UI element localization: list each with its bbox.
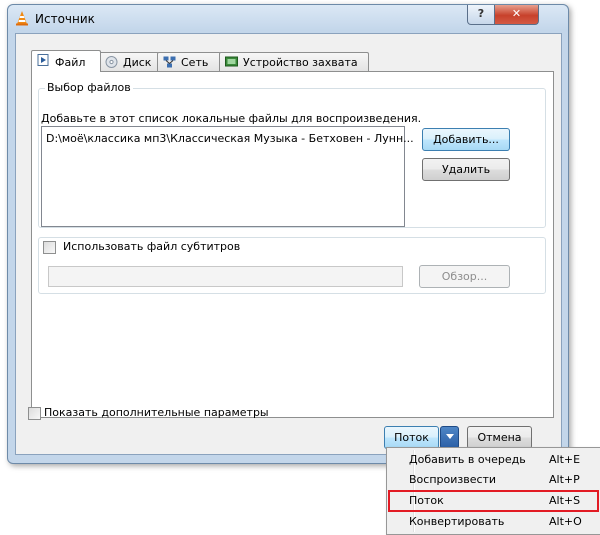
- menu-item-shortcut: Alt+S: [549, 494, 581, 507]
- menu-item-label: Конвертировать: [409, 515, 505, 528]
- menu-item-stream[interactable]: Поток Alt+S: [388, 490, 599, 512]
- vlc-cone-icon: [16, 11, 28, 26]
- advanced-options-checkbox[interactable]: [28, 407, 41, 420]
- file-list[interactable]: D:\моё\классика мп3\Классическая Музыка …: [41, 126, 414, 227]
- tab-disc-label: Диск: [123, 56, 152, 69]
- help-button[interactable]: ?: [467, 5, 495, 25]
- list-item[interactable]: D:\моё\классика мп3\Классическая Музыка …: [46, 132, 414, 145]
- add-button[interactable]: Добавить...: [422, 128, 510, 151]
- menu-item-play[interactable]: Воспроизвести Alt+P: [389, 470, 598, 490]
- stream-dropdown-button[interactable]: [440, 426, 459, 449]
- file-selection-title: Выбор файлов: [45, 81, 133, 94]
- advanced-options-label[interactable]: Показать дополнительные параметры: [44, 406, 269, 419]
- capture-device-icon: [225, 56, 238, 67]
- tab-network-label: Сеть: [181, 56, 209, 69]
- menu-item-shortcut: Alt+O: [549, 515, 582, 528]
- tab-capture-device[interactable]: Устройство захвата: [219, 52, 369, 71]
- file-selection-hint: Добавьте в этот список локальные файлы д…: [41, 112, 422, 125]
- menu-item-label: Воспроизвести: [409, 473, 497, 486]
- cancel-button[interactable]: Отмена: [467, 426, 532, 449]
- browse-button[interactable]: Обзор...: [419, 265, 510, 288]
- network-icon: [163, 56, 176, 68]
- menu-item-label: Поток: [409, 494, 444, 507]
- tab-disc[interactable]: Диск: [99, 52, 159, 71]
- subtitle-file-input[interactable]: [48, 266, 403, 287]
- tab-network[interactable]: Сеть: [157, 52, 221, 71]
- menu-item-enqueue[interactable]: Добавить в очередь Alt+E: [389, 450, 598, 470]
- tab-file[interactable]: Файл: [31, 50, 101, 72]
- source-dialog: Источник ? ✕ Файл Диск Сеть Устройство з…: [7, 4, 569, 464]
- stream-dropdown-menu: Добавить в очередь Alt+E Воспроизвести A…: [386, 447, 600, 535]
- disc-icon: [105, 56, 118, 68]
- close-button[interactable]: ✕: [494, 5, 539, 25]
- file-icon: [37, 54, 49, 66]
- subtitle-checkbox[interactable]: [43, 241, 56, 254]
- menu-item-shortcut: Alt+E: [549, 453, 581, 466]
- menu-item-shortcut: Alt+P: [549, 473, 580, 486]
- window-title: Источник: [35, 12, 95, 26]
- stream-button[interactable]: Поток: [384, 426, 439, 449]
- menu-item-convert[interactable]: Конвертировать Alt+O: [389, 512, 598, 532]
- menu-item-label: Добавить в очередь: [409, 453, 526, 466]
- chevron-down-icon: [445, 434, 454, 439]
- title-bar[interactable]: Источник ? ✕: [8, 5, 568, 31]
- tab-file-label: Файл: [55, 56, 86, 69]
- tab-capture-device-label: Устройство захвата: [243, 56, 358, 69]
- remove-button[interactable]: Удалить: [422, 158, 510, 181]
- subtitle-checkbox-label[interactable]: Использовать файл субтитров: [61, 240, 243, 253]
